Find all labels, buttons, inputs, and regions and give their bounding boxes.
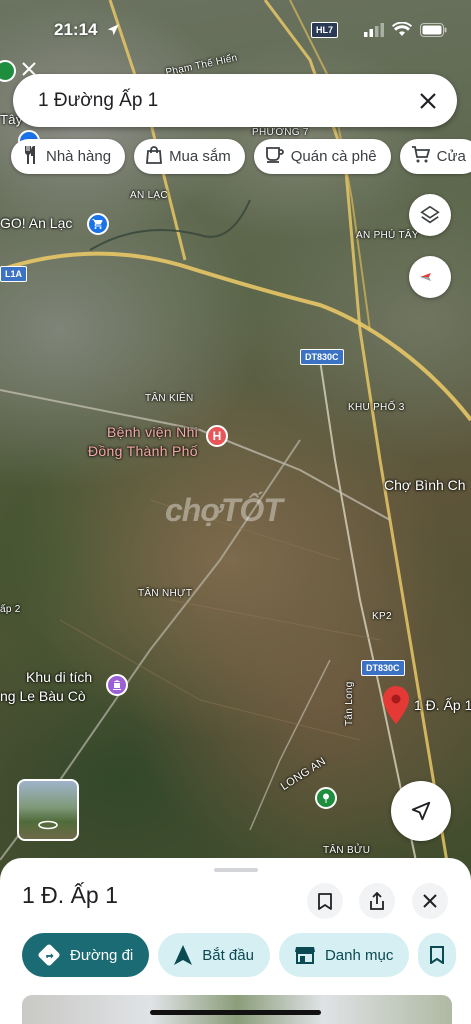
wifi-icon [392, 21, 412, 42]
fork-knife-icon [23, 145, 39, 168]
search-query-text[interactable]: 1 Đường Ấp 1 [38, 90, 407, 112]
area-label-phuong-7: PHƯỜNG 7 [252, 127, 309, 138]
share-icon [370, 892, 384, 910]
hospital-poi-icon[interactable]: H [206, 425, 228, 447]
action-buttons: Đường đi Bắt đầu Danh mục [22, 933, 457, 977]
search-bar[interactable]: 1 Đường Ấp 1 [13, 74, 457, 127]
place-label-hospital-line2: Đồng Thành Phố [88, 443, 198, 459]
location-arrow-icon [106, 23, 120, 42]
navigation-arrow-icon [411, 801, 431, 821]
monument-poi-icon[interactable] [106, 674, 128, 696]
place-label-cho-binh-chanh: Chợ Bình Ch [384, 477, 466, 493]
area-label-tan-buu: TÂN BỬU [323, 845, 371, 856]
bookmark-icon [318, 892, 332, 910]
battery-icon [420, 22, 447, 42]
place-title: 1 Đ. Ấp 1 [22, 882, 118, 908]
category-label: Danh mục [324, 946, 394, 964]
save-button[interactable] [307, 883, 343, 919]
road-network [0, 0, 471, 880]
satellite-map[interactable]: Phạm Thế Hiển PHƯỜNG 7 AN LẠC GO! An Lạc… [0, 0, 471, 880]
category-button[interactable]: Danh mục [278, 933, 410, 977]
area-label-khu-pho-3: KHU PHỐ 3 [348, 402, 405, 413]
area-label-an-phu-tay: AN PHÚ TÂY [356, 230, 419, 241]
chip-stores[interactable]: Cửa [399, 139, 471, 174]
close-icon [423, 894, 437, 908]
area-label-tan-nhut: TÂN NHỰT [138, 588, 193, 599]
chip-coffee[interactable]: Quán cà phê [253, 139, 391, 174]
street-view-thumbnail[interactable] [17, 779, 79, 841]
street-label-tan-long: Tân Long [344, 681, 355, 726]
location-pin-icon[interactable] [383, 686, 409, 724]
place-label-hospital: Bệnh viện Nhi [107, 424, 199, 440]
signal-icon [364, 22, 384, 42]
bookmark-icon [430, 946, 445, 964]
street-view-rotate-icon [37, 817, 59, 835]
watermark-logo: chợTỐT [165, 492, 283, 528]
pin-label: 1 Đ. Ấp 1 [414, 697, 471, 713]
compass-button[interactable] [409, 256, 451, 298]
road-shield-dt830c-north: DT830C [300, 349, 344, 365]
place-bottom-sheet[interactable]: 1 Đ. Ấp 1 Đường đi Bắt đầu Danh mục [0, 858, 471, 1024]
coffee-cup-icon [265, 146, 284, 167]
chip-label: Quán cà phê [290, 148, 377, 165]
directions-label: Đường đi [70, 946, 134, 964]
layers-button[interactable] [409, 194, 451, 236]
road-shield-ql1a: L1A [0, 266, 28, 282]
status-time: 21:14 [54, 20, 98, 39]
directions-icon [38, 944, 60, 966]
chip-label: Cửa [436, 148, 466, 165]
road-shield-dt830c-south: DT830C [361, 660, 405, 676]
directions-button[interactable]: Đường đi [22, 933, 150, 977]
home-indicator [150, 1010, 321, 1015]
place-label-khu-di-tich: Khu di tích [26, 669, 93, 685]
chip-restaurants[interactable]: Nhà hàng [11, 139, 126, 174]
place-label-go-an-lac: GO! An Lạc [0, 215, 73, 231]
shopping-bag-icon [146, 145, 163, 168]
navigation-arrow-icon [174, 945, 193, 965]
clear-search-button[interactable] [407, 80, 449, 122]
more-actions-button[interactable] [418, 933, 457, 977]
layers-icon [420, 205, 440, 224]
category-chips: Nhà hàng Mua sắm Quán cà phê Cửa [11, 139, 471, 174]
store-icon [294, 947, 315, 964]
chip-label: Mua sắm [169, 148, 231, 165]
close-icon [420, 92, 436, 109]
status-bar: 21:14 [0, 18, 471, 46]
chip-shopping[interactable]: Mua sắm [134, 139, 245, 174]
start-navigation-button[interactable]: Bắt đầu [158, 933, 270, 977]
park-poi-icon[interactable] [315, 787, 337, 809]
close-sheet-button[interactable] [412, 883, 448, 919]
sheet-drag-handle[interactable] [214, 868, 258, 872]
share-button[interactable] [359, 883, 395, 919]
place-label-khu-di-tich-line2: ng Le Bàu Cò [0, 688, 86, 704]
start-label: Bắt đầu [202, 946, 254, 964]
area-label-an-lac: AN LẠC [130, 190, 168, 201]
chip-label: Nhà hàng [46, 148, 112, 165]
area-label-tan-kien: TÂN KIÊN [145, 393, 194, 404]
my-location-button[interactable] [391, 781, 451, 841]
compass-icon [420, 273, 431, 281]
cart-icon [411, 146, 430, 167]
shopping-cart-poi-icon[interactable] [87, 213, 109, 235]
area-label-kp2: KP2 [372, 611, 392, 622]
area-label-ap-2: ấp 2 [0, 604, 21, 615]
